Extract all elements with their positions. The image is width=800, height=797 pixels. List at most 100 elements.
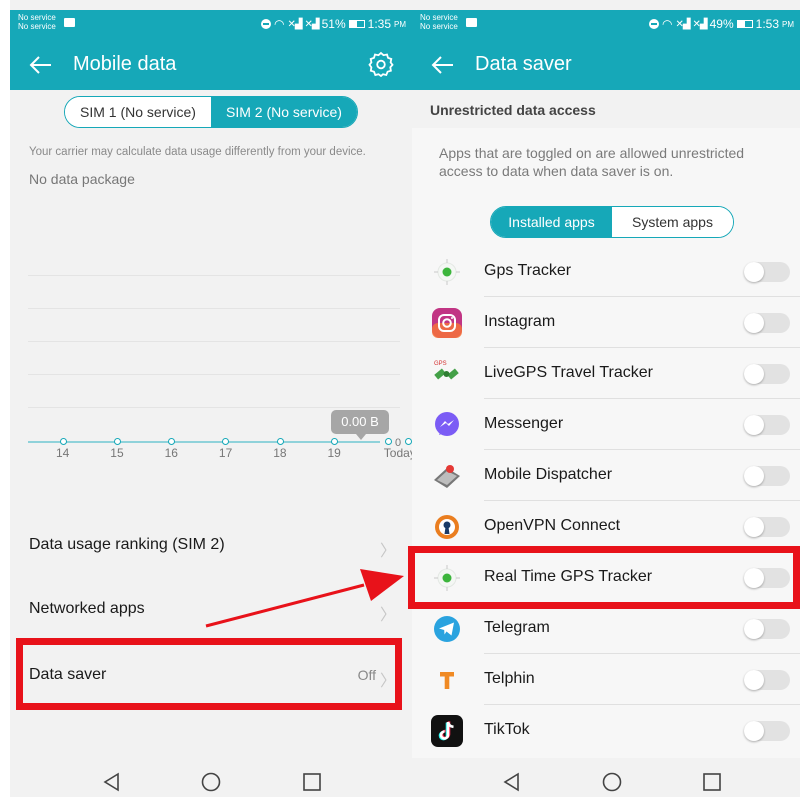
- app-row-instagram: Instagram: [412, 297, 800, 348]
- do-not-disturb-icon: [260, 19, 271, 29]
- chart-point-16: [168, 438, 176, 445]
- carrier-note: Your carrier may calculate data usage di…: [29, 146, 366, 158]
- battery-icon: [348, 20, 365, 28]
- unrestricted-toggle[interactable]: [744, 670, 790, 690]
- chart-point-14: [59, 438, 67, 445]
- sim-selector: SIM 1 (No service) SIM 2 (No service): [64, 96, 358, 128]
- current-usage-badge: 0.00 B: [331, 410, 389, 440]
- navigation-bar: [412, 758, 800, 797]
- app-row-telphin: Telphin: [412, 654, 800, 705]
- data-saver-screen: No service No service ◠ ✕▟ ✕▟ 49% 1:53 PM…: [412, 0, 800, 797]
- unrestricted-toggle[interactable]: [744, 466, 790, 486]
- unrestricted-toggle[interactable]: [744, 262, 790, 282]
- apps-type-selector: Installed apps System apps: [490, 206, 734, 238]
- status-bar: No service No service ◠ ✕▟ ✕▟ 49% 1:53 PM: [412, 10, 800, 40]
- app-row-mobile-dispatcher: Mobile Dispatcher: [412, 450, 800, 501]
- messenger-icon: [435, 412, 459, 436]
- unrestricted-toggle[interactable]: [744, 721, 790, 741]
- no-data-package-label: No data package: [29, 171, 135, 187]
- gear-icon[interactable]: [368, 51, 394, 77]
- unrestricted-toggle[interactable]: [744, 415, 790, 435]
- row-label: Data usage ranking (SIM 2): [29, 536, 225, 553]
- service-status: No service No service: [18, 13, 56, 31]
- chart-point-17: [222, 438, 230, 445]
- back-arrow-icon[interactable]: [428, 50, 458, 80]
- navigation-bar: [10, 758, 412, 797]
- signal-off-icon-2: ✕▟: [692, 18, 708, 30]
- svg-text:GPS: GPS: [434, 361, 447, 367]
- data-usage-ranking-row[interactable]: Data usage ranking (SIM 2) 〉: [10, 514, 412, 578]
- battery-percent: 49%: [709, 17, 734, 31]
- grid-line: [28, 275, 400, 276]
- app-row-gps-tracker: Gps Tracker: [412, 246, 800, 297]
- tab-sim-2[interactable]: SIM 2 (No service): [211, 97, 357, 127]
- usage-line: [28, 441, 380, 443]
- app-row-livegps: GPS LiveGPS Travel Tracker: [412, 348, 800, 399]
- nav-back-icon[interactable]: [502, 772, 522, 792]
- gps-tracker-icon: [434, 259, 460, 285]
- tab-installed-apps[interactable]: Installed apps: [491, 207, 612, 237]
- chevron-right-icon: 〉: [379, 607, 396, 624]
- app-bar: Mobile data: [10, 40, 412, 90]
- unrestricted-toggle[interactable]: [744, 517, 790, 537]
- page-title: Mobile data: [73, 53, 177, 75]
- data-usage-chart: 0.00 B 0 141516171819Today: [28, 250, 412, 480]
- x-tick-label: 15: [110, 446, 124, 460]
- gallery-notification-icon: [466, 18, 477, 27]
- x-tick-label: 17: [218, 446, 233, 460]
- highlight-box-real-time-gps: [408, 546, 800, 609]
- wifi-icon: ◠: [273, 17, 285, 31]
- x-tick-label: 18: [273, 446, 287, 460]
- section-header: Unrestricted data access: [412, 90, 800, 128]
- chart-point-today: [385, 438, 393, 445]
- nav-recents-icon[interactable]: [302, 772, 322, 792]
- x-tick-label: Today: [383, 446, 412, 460]
- nav-home-icon[interactable]: [201, 772, 221, 792]
- chevron-right-icon: 〉: [379, 543, 396, 560]
- tab-system-apps[interactable]: System apps: [612, 207, 733, 237]
- telphin-icon: [440, 672, 454, 689]
- tiktok-icon: [431, 715, 463, 747]
- chart-point-start: [404, 438, 412, 445]
- dispatcher-icon: [434, 465, 460, 488]
- app-bar: Data saver: [412, 40, 800, 90]
- x-tick-label: 16: [164, 446, 178, 460]
- highlight-box-data-saver: [16, 638, 402, 710]
- grid-line: [28, 341, 400, 342]
- grid-line: [28, 308, 400, 309]
- battery-percent: 51%: [321, 17, 346, 31]
- tab-sim-1[interactable]: SIM 1 (No service): [65, 97, 211, 127]
- wifi-icon: ◠: [661, 17, 673, 31]
- chart-point-18: [276, 438, 284, 445]
- battery-icon: [736, 20, 753, 28]
- unrestricted-toggle[interactable]: [744, 313, 790, 333]
- app-row-messenger: Messenger: [412, 399, 800, 450]
- nav-home-icon[interactable]: [602, 772, 622, 792]
- telegram-icon: [434, 616, 460, 642]
- x-tick-label: 19: [327, 446, 341, 460]
- networked-apps-row[interactable]: Networked apps 〉: [10, 578, 412, 642]
- clock: 1:53: [755, 17, 779, 31]
- back-arrow-icon[interactable]: [26, 50, 56, 80]
- app-row-openvpn: OpenVPN Connect: [412, 501, 800, 552]
- unrestricted-toggle[interactable]: [744, 619, 790, 639]
- nav-recents-icon[interactable]: [702, 772, 722, 792]
- do-not-disturb-icon: [648, 19, 659, 29]
- gallery-notification-icon: [64, 18, 75, 27]
- x-tick-label: 14: [56, 446, 70, 460]
- instagram-icon: [432, 308, 462, 338]
- status-bar: No service No service ◠ ✕▟ ✕▟ 51% 1:35 PM: [10, 10, 412, 40]
- app-row-tiktok: TikTok: [412, 705, 800, 756]
- service-status: No service No service: [420, 13, 458, 31]
- data-saver-description: Apps that are toggled on are allowed unr…: [439, 145, 745, 179]
- nav-back-icon[interactable]: [102, 772, 122, 792]
- app-row-telegram: Telegram: [412, 603, 800, 654]
- unrestricted-toggle[interactable]: [744, 364, 790, 384]
- grid-line: [28, 407, 400, 408]
- chart-point-15: [113, 438, 121, 445]
- grid-line: [28, 374, 400, 375]
- page-title: Data saver: [475, 53, 572, 75]
- signal-off-icon: ✕▟: [287, 18, 302, 30]
- openvpn-icon: [435, 515, 459, 539]
- signal-off-icon-2: ✕▟: [304, 18, 320, 30]
